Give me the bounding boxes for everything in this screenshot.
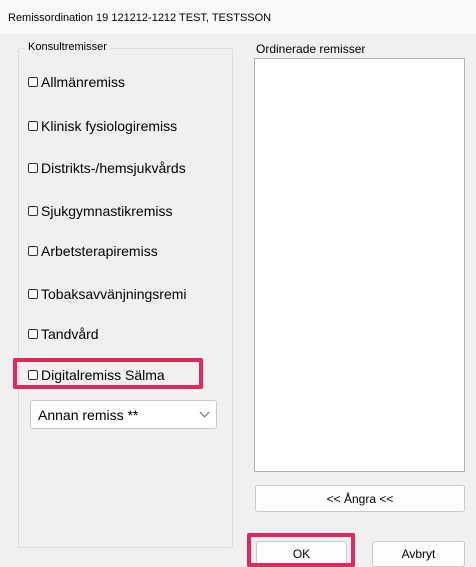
checkbox-box[interactable] — [28, 370, 38, 380]
checkbox-digitalremiss-salma[interactable]: Digitalremiss Sälma — [28, 364, 165, 386]
other-referral-select[interactable]: Annan remiss ** — [30, 400, 217, 429]
checkbox-box[interactable] — [28, 289, 38, 299]
checkbox-tobaksavvanjningsremiss[interactable]: Tobaksavvänjningsremi — [28, 283, 187, 305]
title-bar: Remissordination 19 121212-1212 TEST, TE… — [0, 0, 476, 34]
window-title: Remissordination 19 121212-1212 TEST, TE… — [8, 12, 272, 24]
checkbox-box[interactable] — [28, 121, 38, 131]
select-value: Annan remiss ** — [38, 407, 139, 423]
checkbox-label: Klinisk fysiologiremiss — [41, 118, 178, 134]
checkbox-box[interactable] — [28, 329, 38, 339]
checkbox-sjukgymnastikremiss[interactable]: Sjukgymnastikremiss — [28, 200, 172, 222]
cancel-button[interactable]: Avbryt — [372, 541, 465, 567]
ordered-referrals-list[interactable] — [254, 58, 465, 472]
checkbox-tandvard[interactable]: Tandvård — [28, 323, 99, 345]
checkbox-label: Digitalremiss Sälma — [41, 367, 165, 383]
checkbox-klinisk-fysiologiremiss[interactable]: Klinisk fysiologiremiss — [28, 115, 177, 137]
consult-group-legend: Konsultremisser — [25, 41, 110, 53]
checkbox-distrikts-hemsjukvards[interactable]: Distrikts-/hemsjukvårds — [28, 157, 186, 179]
checkbox-box[interactable] — [28, 163, 38, 173]
checkbox-box[interactable] — [28, 206, 38, 216]
checkbox-label: Tobaksavvänjningsremi — [41, 286, 187, 302]
checkbox-box[interactable] — [28, 77, 38, 87]
checkbox-allmanremiss[interactable]: Allmänremiss — [28, 71, 125, 93]
checkbox-label: Allmänremiss — [41, 74, 126, 90]
chevron-down-icon — [199, 407, 210, 418]
checkbox-arbetsterapiremiss[interactable]: Arbetsterapiremiss — [28, 240, 158, 262]
ordered-list-label: Ordinerade remisser — [256, 42, 366, 56]
checkbox-label: Distrikts-/hemsjukvårds — [41, 160, 186, 176]
checkbox-box[interactable] — [28, 246, 38, 256]
checkbox-label: Tandvård — [41, 326, 99, 342]
checkbox-label: Sjukgymnastikremiss — [41, 203, 173, 219]
undo-button[interactable]: << Ångra << — [255, 485, 465, 512]
ok-button[interactable]: OK — [256, 541, 347, 567]
checkbox-label: Arbetsterapiremiss — [41, 243, 158, 259]
